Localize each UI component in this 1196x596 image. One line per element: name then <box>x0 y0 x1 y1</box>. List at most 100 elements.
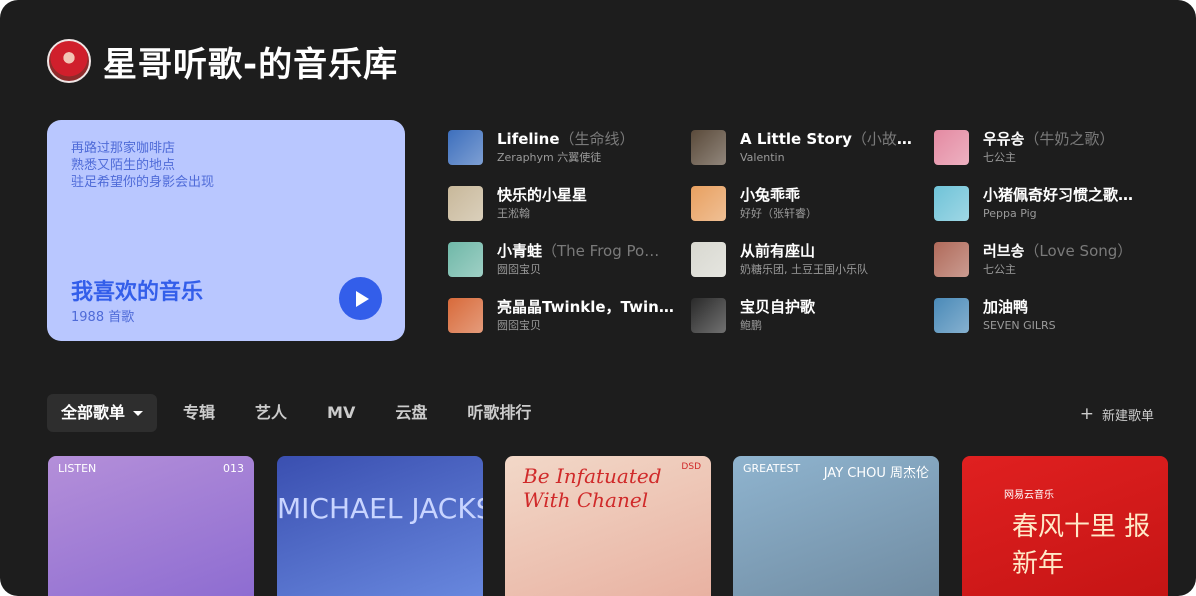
playlist-cover-badge: JAY CHOU 周杰伦 <box>823 466 929 481</box>
track-title: 宝贝自护歌 <box>740 298 921 317</box>
track-cover <box>934 129 969 165</box>
track-cover <box>934 185 969 221</box>
tab-label: 全部歌单 <box>61 403 126 422</box>
track-info: 加油鸭 SEVEN GILRS <box>983 298 1164 333</box>
track-title: Lifeline（生命线） <box>497 130 678 149</box>
tab-mv[interactable]: MV <box>313 394 369 432</box>
track-name: 亮晶晶Twinkle，Twin… <box>497 297 674 316</box>
tab-listening-rank[interactable]: 听歌排行 <box>453 394 545 432</box>
tab-albums[interactable]: 专辑 <box>169 394 229 432</box>
playlist-card[interactable]: GREATEST JAY CHOU 周杰伦 <box>733 456 939 596</box>
track-artist: 好好（张轩睿） <box>740 206 817 220</box>
track-name: 小兔乖乖 <box>740 185 801 204</box>
track-info: 亮晶晶Twinkle，Twin… 囫囵宝贝 <box>497 298 678 333</box>
track-info: 러브송（Love Song） 七公主 <box>983 242 1164 277</box>
track-item[interactable]: 快乐的小星星 王淞翰 <box>448 185 678 221</box>
track-name: Lifeline <box>497 129 560 148</box>
track-artist: 奶糖乐团, 土豆王国小乐队 <box>740 262 868 276</box>
track-artist: 囫囵宝贝 <box>497 318 541 332</box>
playlist-cover-text: LISTEN <box>58 462 97 475</box>
playlist-card[interactable]: Be Infatuated With Chanel DSD <box>505 456 711 596</box>
track-artist: Valentin <box>740 150 785 164</box>
track-cover <box>691 241 726 277</box>
track-name: 우유송 <box>983 129 1025 148</box>
page-title: 星哥听歌-的音乐库 <box>103 44 399 85</box>
track-item[interactable]: 宝贝自护歌 鲍鹏 <box>691 297 921 333</box>
track-item[interactable]: 러브송（Love Song） 七公主 <box>934 241 1164 277</box>
track-cover <box>934 297 969 333</box>
track-title: 小猪佩奇好习惯之歌… <box>983 186 1164 205</box>
plus-icon: + <box>1079 404 1094 424</box>
playlist-cover-text: 春风十里 报新年 <box>1012 512 1151 579</box>
track-artist: Zeraphym 六翼使徒 <box>497 150 602 164</box>
track-item[interactable]: Lifeline（生命线） Zeraphym 六翼使徒 <box>448 129 678 165</box>
track-artist: 囫囵宝贝 <box>497 262 541 276</box>
track-cover <box>448 297 483 333</box>
track-name: 加油鸭 <box>983 297 1029 316</box>
liked-songs-title: 我喜欢的音乐 <box>71 280 204 305</box>
play-button[interactable] <box>339 277 382 320</box>
track-info: 从前有座山 奶糖乐团, 土豆王国小乐队 <box>740 242 921 277</box>
track-title: 快乐的小星星 <box>497 186 678 205</box>
new-playlist-button[interactable]: + 新建歌单 <box>1080 404 1154 424</box>
track-alias: （牛奶之歌） <box>1024 129 1115 148</box>
track-artist: Peppa Pig <box>983 206 1037 220</box>
track-title: 从前有座山 <box>740 242 921 261</box>
track-alias: （Love Song） <box>1024 241 1133 260</box>
playlist-card[interactable]: MICHAEL JACKSON <box>277 456 483 596</box>
track-title: 우유송（牛奶之歌） <box>983 130 1164 149</box>
track-artist: SEVEN GILRS <box>983 318 1056 332</box>
track-info: 우유송（牛奶之歌） 七公主 <box>983 130 1164 165</box>
track-artist: 鲍鹏 <box>740 318 762 332</box>
track-cover <box>691 297 726 333</box>
track-item[interactable]: A Little Story（小故事） Valentin <box>691 129 921 165</box>
track-info: Lifeline（生命线） Zeraphym 六翼使徒 <box>497 130 678 165</box>
track-title: 小青蛙（The Frog Po… <box>497 242 678 261</box>
playlist-card[interactable]: LISTEN 013 <box>48 456 254 596</box>
track-title: A Little Story（小故事） <box>740 130 921 149</box>
tab-all-playlists[interactable]: 全部歌单 <box>47 394 158 432</box>
new-playlist-label: 新建歌单 <box>1101 408 1154 424</box>
track-title: 小兔乖乖 <box>740 186 921 205</box>
tab-artists[interactable]: 艺人 <box>241 394 301 432</box>
track-title: 加油鸭 <box>983 298 1164 317</box>
track-name: 러브송 <box>983 241 1025 260</box>
track-alias: （小故事） <box>851 129 921 148</box>
avatar[interactable] <box>47 39 91 83</box>
track-item[interactable]: 小青蛙（The Frog Po… 囫囵宝贝 <box>448 241 678 277</box>
track-alias: （The Frog Po… <box>542 241 660 260</box>
track-name: 小猪佩奇好习惯之歌… <box>983 185 1134 204</box>
track-item[interactable]: 从前有座山 奶糖乐团, 土豆王国小乐队 <box>691 241 921 277</box>
playlist-card[interactable]: 春风十里 报新年 网易云音乐 <box>962 456 1168 596</box>
track-artist: 七公主 <box>983 262 1016 276</box>
playlist-cover-badge: 网易云音乐 <box>1004 490 1054 501</box>
track-info: 快乐的小星星 王淞翰 <box>497 186 678 221</box>
track-cover <box>448 241 483 277</box>
track-cover <box>448 185 483 221</box>
track-name: 快乐的小星星 <box>497 185 588 204</box>
track-info: 小猪佩奇好习惯之歌… Peppa Pig <box>983 186 1164 221</box>
track-item[interactable]: 亮晶晶Twinkle，Twin… 囫囵宝贝 <box>448 297 678 333</box>
track-item[interactable]: 우유송（牛奶之歌） 七公主 <box>934 129 1164 165</box>
track-info: A Little Story（小故事） Valentin <box>740 130 921 165</box>
track-info: 小青蛙（The Frog Po… 囫囵宝贝 <box>497 242 678 277</box>
chevron-down-icon <box>133 410 144 416</box>
track-title: 러브송（Love Song） <box>983 242 1164 261</box>
track-cover <box>448 129 483 165</box>
tab-cloud[interactable]: 云盘 <box>381 394 441 432</box>
track-info: 宝贝自护歌 鲍鹏 <box>740 298 921 333</box>
playlist-cover-text: GREATEST <box>743 462 801 475</box>
app-window: 星哥听歌-的音乐库 再路过那家咖啡店 熟悉又陌生的地点 驻足希望你的身影会出现 … <box>0 0 1196 596</box>
track-item[interactable]: 小猪佩奇好习惯之歌… Peppa Pig <box>934 185 1164 221</box>
track-item[interactable]: 小兔乖乖好好（张轩睿） <box>691 185 921 221</box>
lyric-line: 再路过那家咖啡店 <box>71 141 176 156</box>
playlist-cover-text: Be Infatuated With Chanel <box>523 464 662 512</box>
track-item[interactable]: 加油鸭 SEVEN GILRS <box>934 297 1164 333</box>
track-info: 小兔乖乖好好（张轩睿） <box>740 186 921 221</box>
lyric-line: 驻足希望你的身影会出现 <box>71 175 215 190</box>
playlist-cover-text: MICHAEL JACKSON <box>277 492 483 525</box>
playlist-cover-badge: 013 <box>223 462 244 475</box>
track-alias: （生命线） <box>559 129 635 148</box>
track-artist: 王淞翰 <box>497 206 530 220</box>
liked-songs-card[interactable]: 再路过那家咖啡店 熟悉又陌生的地点 驻足希望你的身影会出现 我喜欢的音乐 198… <box>47 120 405 341</box>
